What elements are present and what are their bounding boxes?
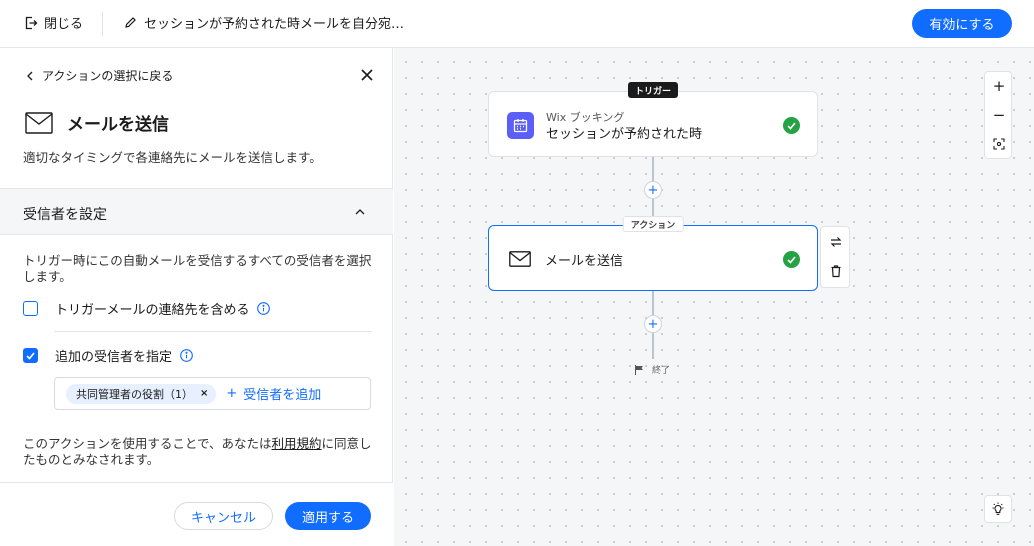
option-label: 追加の受信者を指定: [55, 350, 173, 365]
check-circle-icon: [783, 251, 800, 268]
include-trigger-contact-option: トリガーメールの連絡先を含める: [23, 299, 271, 318]
remove-tag-icon[interactable]: ×: [200, 388, 208, 399]
activate-button[interactable]: 有効にする: [912, 9, 1012, 38]
toolbar-divider: [102, 12, 103, 36]
zoom-out-icon[interactable]: −: [985, 103, 1013, 127]
back-to-actions-link[interactable]: アクションの選択に戻る: [26, 67, 173, 84]
apply-button[interactable]: 適用する: [285, 502, 371, 530]
section-description: トリガー時にこの自動メールを受信するすべての受信者を選択します。: [23, 253, 372, 284]
additional-recipients-checkbox[interactable]: [23, 348, 38, 363]
flag-icon: [635, 364, 643, 375]
close-label: 閉じる: [44, 17, 84, 32]
check-circle-icon: [783, 117, 800, 134]
automation-title-text: セッションが予約された時メールを自分宛…: [144, 17, 405, 32]
add-recipient-label: 受信者を追加: [243, 388, 322, 403]
zoom-in-icon[interactable]: +: [985, 74, 1013, 98]
terms-link[interactable]: 利用規約: [272, 436, 322, 451]
add-recipient-button[interactable]: + 受信者を追加: [226, 384, 321, 403]
action-badge: アクション: [622, 216, 684, 232]
additional-recipients-option: 追加の受信者を指定: [23, 346, 193, 365]
add-step-button[interactable]: +: [644, 181, 662, 199]
zoom-controls: + −: [984, 71, 1012, 159]
action-node[interactable]: アクション メールを送信: [488, 216, 818, 291]
recipient-tag-label: 共同管理者の役割（1）: [76, 387, 193, 401]
pencil-icon: [125, 17, 136, 28]
include-trigger-contact-checkbox[interactable]: [23, 301, 38, 316]
trash-icon[interactable]: [829, 264, 843, 278]
cancel-button[interactable]: キャンセル: [174, 502, 273, 530]
recipients-field[interactable]: 共同管理者の役割（1） × + 受信者を追加: [54, 377, 371, 410]
top-bar: 閉じる セッションが予約された時メールを自分宛… 有効にする: [0, 0, 1034, 48]
end-marker: 終了: [634, 363, 670, 376]
automation-title[interactable]: セッションが予約された時メールを自分宛…: [124, 13, 404, 32]
close-panel-icon[interactable]: [359, 67, 375, 83]
exit-icon: [25, 16, 38, 29]
plus-icon: +: [226, 386, 238, 401]
option-label: トリガーメールの連絡先を含める: [55, 303, 250, 318]
trigger-node[interactable]: トリガー Wix ブッキング セッションが予約された時: [488, 82, 818, 157]
envelope-icon: [25, 111, 53, 134]
chevron-up-icon[interactable]: [354, 207, 366, 217]
panel-header: メールを送信: [25, 110, 169, 135]
panel-description: 適切なタイミングで各連絡先にメールを送信します。: [23, 150, 322, 165]
fit-to-screen-icon[interactable]: [985, 132, 1013, 156]
terms-notice: このアクションを使用することで、あなたは利用規約に同意したものとみなされます。: [23, 436, 373, 468]
info-icon[interactable]: [180, 349, 193, 362]
end-label: 終了: [652, 366, 671, 376]
trigger-badge: トリガー: [627, 82, 679, 98]
info-icon[interactable]: [257, 302, 271, 315]
calendar-icon: [507, 112, 534, 139]
envelope-icon: [509, 251, 531, 267]
terms-text-before: このアクションを使用することで、あなたは: [23, 436, 272, 451]
action-label: メールを送信: [545, 254, 624, 269]
workflow-canvas[interactable]: + + トリガー Wix ブッキング セッションが予約された時 アクション メー…: [394, 48, 1034, 546]
lightbulb-icon[interactable]: [984, 495, 1012, 523]
panel-title: メールを送信: [67, 115, 169, 135]
section-title: 受信者を設定: [23, 207, 107, 223]
add-step-button[interactable]: +: [644, 315, 662, 333]
chevron-left-icon: [27, 71, 33, 80]
action-tools: [820, 226, 850, 288]
recipients-section-header[interactable]: 受信者を設定: [0, 188, 393, 235]
recipient-tag: 共同管理者の役割（1） ×: [66, 383, 217, 404]
trigger-event: セッションが予約された時: [546, 127, 703, 142]
close-button[interactable]: 閉じる: [24, 13, 83, 32]
panel-footer: キャンセル 適用する: [0, 482, 393, 546]
swap-icon[interactable]: [829, 235, 843, 249]
back-label: アクションの選択に戻る: [42, 69, 174, 83]
action-settings-panel: アクションの選択に戻る メールを送信 適切なタイミングで各連絡先にメールを送信し…: [0, 48, 393, 546]
checkmark-icon: [26, 351, 35, 360]
option-divider: [54, 331, 372, 332]
